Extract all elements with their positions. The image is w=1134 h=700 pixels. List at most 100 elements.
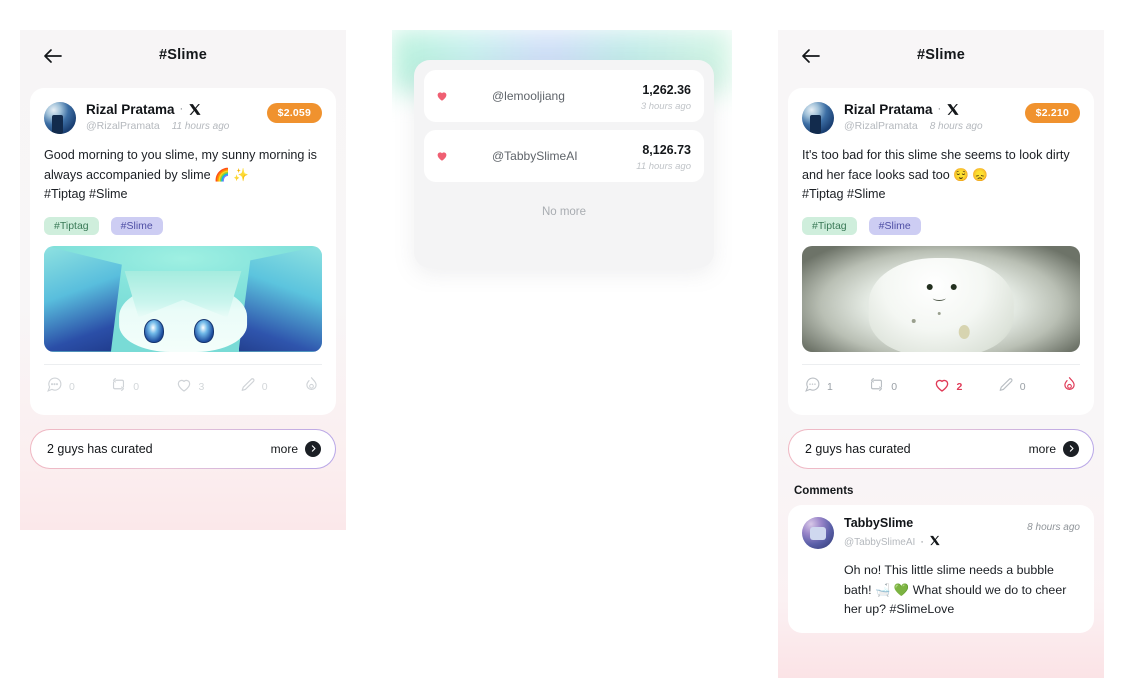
quote-action[interactable]: 0 [239,376,303,398]
page-title: #Slime [159,47,207,63]
post-text: It's too bad for this slime she seems to… [802,146,1080,205]
tag-chip-tiptag[interactable]: #Tiptag [802,216,857,235]
slime-body-shape [868,258,1014,352]
end-of-list-label: No more [541,206,587,218]
like-action[interactable]: 2 [933,376,997,399]
curated-more[interactable]: more [1029,440,1079,457]
curated-pill[interactable]: 2 guys has curated more [30,429,336,469]
comment-action[interactable]: 0 [46,376,110,398]
heart-icon [175,376,193,399]
x-logo-icon [188,103,201,116]
avatar[interactable] [802,516,834,549]
slime-eye-left [926,283,933,290]
curators-overlay-panel: @lemooljiang 1,262.36 3 hours ago @Tabby… [392,30,732,292]
flame-tip-icon [1061,376,1078,398]
tip-flame-action[interactable] [303,376,320,398]
post-action-bar: 0 0 3 0 [44,363,322,409]
name-row: Rizal Pratama · [844,103,983,117]
name-row: Rizal Pratama · [86,103,229,117]
repost-count: 0 [133,381,140,394]
repost-action[interactable]: 0 [868,376,932,398]
like-count: 2 [956,381,963,394]
comments-heading: Comments [794,484,854,497]
post-image-anime-slime-girl[interactable] [44,245,322,352]
curator-amount: 1,262.36 [642,82,691,97]
anime-eye-left [144,319,165,344]
x-logo-icon [929,533,940,551]
price-badge[interactable]: $2.210 [1024,103,1080,123]
curator-amount-block: 1,262.36 3 hours ago [641,81,691,112]
tip-flame-action[interactable] [1061,376,1078,398]
repost-icon [868,376,885,398]
separator-dot: · [920,535,924,548]
tag-row: #Tiptag #Slime [44,216,322,235]
comment-identity: TabbySlime @TabbySlimeAI · [844,516,940,552]
header-bar-right: #Slime [778,30,1104,80]
chevron-right-circle-icon [305,440,321,457]
comment-subline: @TabbySlimeAI · [844,533,940,551]
slime-spot [938,311,942,315]
curator-handle: @TabbySlimeAI [492,149,578,163]
post-identity: Rizal Pratama · @RizalPramata 8 hours ag… [844,102,983,132]
avatar[interactable] [459,144,483,168]
post-card: Rizal Pratama · @RizalPramata 8 hours ag… [788,88,1094,415]
comment-icon [804,376,821,398]
screenshot-stage: #Slime Rizal Pratama · @RizalPramata 11 … [0,0,1134,700]
back-arrow-icon[interactable] [38,41,68,71]
post-header: Rizal Pratama · @RizalPramata 8 hours ag… [802,102,1080,134]
avatar[interactable] [802,102,834,134]
tag-chip-slime[interactable]: #Slime [868,216,921,235]
comment-icon [46,376,63,398]
post-card: Rizal Pratama · @RizalPramata 11 hours a… [30,88,336,415]
display-name: Rizal Pratama [86,102,175,117]
page-title: #Slime [917,47,965,63]
curator-timestamp: 11 hours ago [636,160,691,172]
repost-count: 0 [891,381,898,394]
quote-action[interactable]: 0 [997,376,1061,398]
curated-section-right: 2 guys has curated more [778,415,1104,469]
tag-chip-slime[interactable]: #Slime [110,216,163,235]
phone-screen-left: #Slime Rizal Pratama · @RizalPramata 11 … [20,30,346,530]
comment-header: TabbySlime @TabbySlimeAI · 8 hours ago [802,516,1080,552]
post-body: It's too bad for this slime she seems to… [802,148,1070,182]
curated-text: 2 guys has curated [47,441,153,456]
avatar[interactable] [44,102,76,134]
heart-icon [933,376,951,399]
comment-timestamp: 8 hours ago [1027,521,1080,533]
comment-count: 0 [69,381,75,394]
curated-more[interactable]: more [271,440,321,457]
curator-handle: @lemooljiang [492,89,565,103]
quote-pen-icon [997,376,1014,398]
post-header: Rizal Pratama · @RizalPramata 11 hours a… [44,102,322,134]
repost-action[interactable]: 0 [110,376,174,398]
curated-pill[interactable]: 2 guys has curated more [788,429,1094,469]
post-body: Good morning to you slime, my sunny morn… [44,148,317,182]
comment-action[interactable]: 1 [804,376,868,398]
list-item[interactable]: @TabbySlimeAI 8,126.73 11 hours ago [424,130,704,182]
meta-row: @RizalPramata 8 hours ago [844,120,983,132]
header-bar-left: #Slime [20,30,346,80]
price-badge[interactable]: $2.059 [266,103,322,123]
post-image-snow-slime[interactable] [802,245,1080,352]
curator-amount-block: 8,126.73 11 hours ago [636,141,691,172]
list-item[interactable]: @lemooljiang 1,262.36 3 hours ago [424,70,704,122]
back-arrow-icon[interactable] [796,41,826,71]
curated-text: 2 guys has curated [805,441,911,456]
comment-handle: @TabbySlimeAI [844,536,916,548]
timestamp: 11 hours ago [171,120,230,132]
display-name: Rizal Pratama [844,102,933,117]
quote-pen-icon [239,376,256,398]
heart-filled-icon [435,89,449,103]
avatar[interactable] [459,84,483,108]
post-identity: Rizal Pratama · @RizalPramata 11 hours a… [86,102,229,132]
heart-filled-icon [435,149,449,163]
like-action[interactable]: 3 [175,376,239,399]
slime-spot [912,318,917,323]
tag-chip-tiptag[interactable]: #Tiptag [44,216,99,235]
phone-screen-right: #Slime Rizal Pratama · @RizalPramata 8 h… [778,30,1104,678]
quote-count: 0 [261,381,268,394]
handle: @RizalPramata [844,119,918,132]
separator-dot: · [937,103,942,116]
comment-card: TabbySlime @TabbySlimeAI · 8 hours ago O… [788,504,1094,633]
post-action-bar: 1 0 2 0 [802,363,1080,409]
